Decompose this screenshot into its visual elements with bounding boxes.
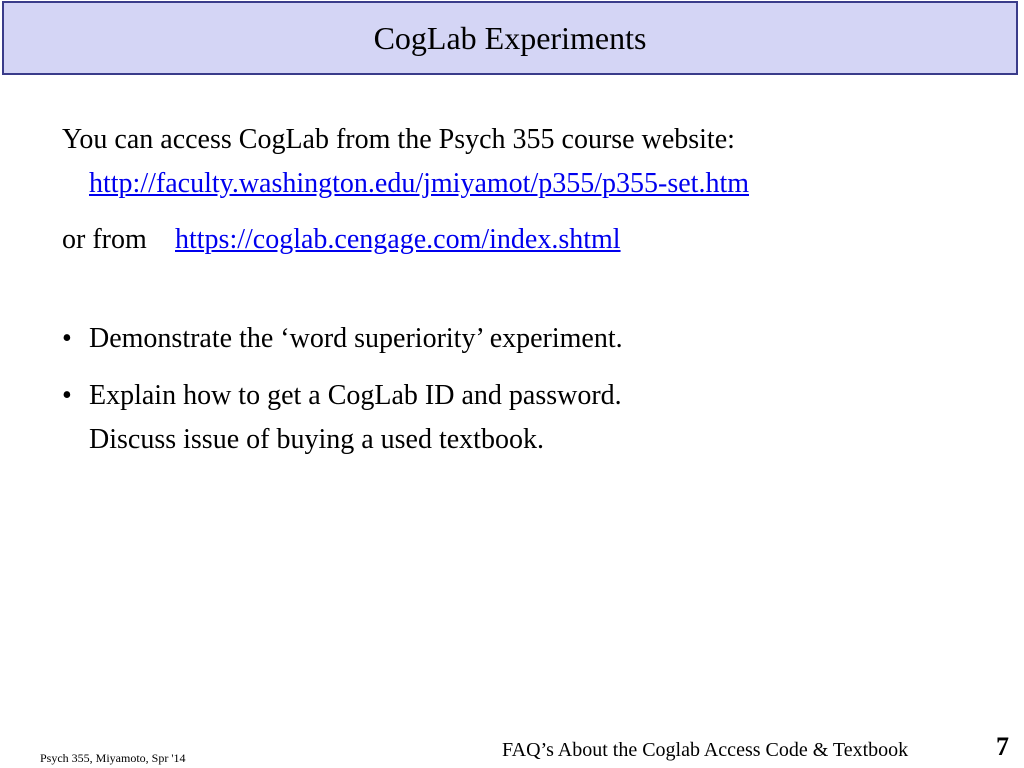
page-number: 7 <box>996 732 1009 761</box>
access-text: You can access CogLab from the Psych 355… <box>62 124 735 155</box>
cengage-link[interactable]: https://coglab.cengage.com/index.shtml <box>175 226 621 254</box>
bullet-item-2: Explain how to get a CogLab ID and passw… <box>89 380 622 411</box>
course-website-link[interactable]: http://faculty.washington.edu/jmiyamot/p… <box>89 170 749 198</box>
footer-slide-topic: FAQ’s About the Coglab Access Code & Tex… <box>502 739 909 761</box>
title-bar: CogLab Experiments <box>2 1 1018 75</box>
slide-title: CogLab Experiments <box>373 20 647 56</box>
or-from-text: or from <box>62 224 147 255</box>
bullet-item-1: Demonstrate the ‘word superiority’ exper… <box>89 323 623 354</box>
footer-course-info: Psych 355, Miyamoto, Spr '14 <box>40 751 186 765</box>
bullet-marker-2: • <box>62 380 72 411</box>
bullet-marker-1: • <box>62 323 72 354</box>
bullet-item-2-continuation: Discuss issue of buying a used textbook. <box>89 424 544 455</box>
